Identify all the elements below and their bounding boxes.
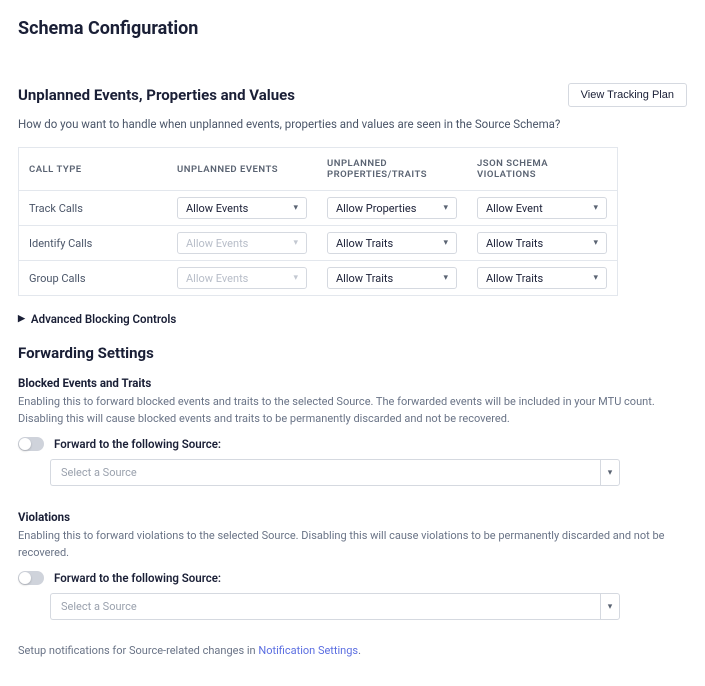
select-value: Allow Events [186,272,248,285]
table-row: Identify Calls Allow Events ▾ Allow Traits ▾… [19,226,618,261]
view-tracking-plan-button[interactable]: View Tracking Plan [568,83,687,107]
violations-heading: Violations [18,510,687,524]
select-value: Allow Events [186,237,248,250]
chevron-down-icon: ▾ [593,203,598,213]
chevron-down-icon: ▾ [293,273,298,283]
events-select: Allow Events ▾ [177,232,307,254]
select-value: Allow Events [186,202,248,215]
blocked-source-select[interactable]: Select a Source ▾ [50,459,620,486]
unplanned-title: Unplanned Events, Properties and Values [18,86,295,104]
chevron-down-icon: ▾ [293,238,298,248]
col-call-type: CALL TYPE [19,148,168,191]
violations-description: Enabling this to forward violations to t… [18,528,687,561]
select-value: Allow Traits [336,272,393,285]
chevron-down-icon[interactable]: ▾ [600,593,620,620]
violations-toggle-label: Forward to the following Source: [54,571,221,585]
chevron-down-icon: ▾ [443,273,448,283]
chevron-down-icon: ▾ [293,203,298,213]
chevron-down-icon: ▾ [593,238,598,248]
props-select[interactable]: Allow Traits ▾ [327,267,457,289]
footer-note: Setup notifications for Source-related c… [18,644,687,657]
events-select: Allow Events ▾ [177,267,307,289]
json-select[interactable]: Allow Event ▾ [477,197,607,219]
call-type-cell: Identify Calls [19,226,168,261]
blocked-forward-toggle[interactable] [18,437,44,451]
chevron-down-icon: ▾ [443,203,448,213]
events-cell: Allow Events ▾ [167,191,317,226]
select-value: Allow Event [486,202,543,215]
props-cell: Allow Traits ▾ [317,226,467,261]
chevron-down-icon: ▾ [443,238,448,248]
blocked-toggle-row: Forward to the following Source: [18,437,687,451]
violations-source-placeholder: Select a Source [50,593,600,620]
select-value: Allow Traits [486,237,543,250]
unplanned-section-head: Unplanned Events, Properties and Values … [18,83,687,107]
json-cell: Allow Traits ▾ [467,226,618,261]
violations-source-select[interactable]: Select a Source ▾ [50,593,620,620]
blocked-description: Enabling this to forward blocked events … [18,394,687,427]
forwarding-title: Forwarding Settings [18,344,687,362]
advanced-blocking-label: Advanced Blocking Controls [31,312,176,326]
footer-suffix: . [358,644,361,657]
col-unplanned-props: UNPLANNED PROPERTIES/TRAITS [317,148,467,191]
blocked-toggle-label: Forward to the following Source: [54,437,221,451]
call-type-cell: Group Calls [19,261,168,296]
props-select[interactable]: Allow Properties ▾ [327,197,457,219]
unplanned-description: How do you want to handle when unplanned… [18,117,687,131]
select-value: Allow Traits [486,272,543,285]
call-type-cell: Track Calls [19,191,168,226]
select-value: Allow Traits [336,237,393,250]
props-cell: Allow Traits ▾ [317,261,467,296]
json-cell: Allow Event ▾ [467,191,618,226]
props-cell: Allow Properties ▾ [317,191,467,226]
json-select[interactable]: Allow Traits ▾ [477,267,607,289]
events-cell: Allow Events ▾ [167,261,317,296]
notification-settings-link[interactable]: Notification Settings [258,644,358,657]
props-select[interactable]: Allow Traits ▾ [327,232,457,254]
table-row: Track CallsAllow Events▾Allow Properties… [19,191,618,226]
footer-prefix: Setup notifications for Source-related c… [18,644,258,657]
chevron-down-icon[interactable]: ▾ [600,459,620,486]
page-title: Schema Configuration [18,18,687,39]
schema-table: CALL TYPE UNPLANNED EVENTS UNPLANNED PRO… [18,147,618,296]
table-row: Group CallsAllow Events▾Allow Traits▾All… [19,261,618,296]
blocked-source-placeholder: Select a Source [50,459,600,486]
events-select[interactable]: Allow Events ▾ [177,197,307,219]
violations-forward-toggle[interactable] [18,571,44,585]
triangle-right-icon: ▶ [18,314,25,324]
events-cell: Allow Events ▾ [167,226,317,261]
chevron-down-icon: ▾ [593,273,598,283]
col-unplanned-events: UNPLANNED EVENTS [167,148,317,191]
select-value: Allow Properties [336,202,416,215]
violations-toggle-row: Forward to the following Source: [18,571,687,585]
advanced-blocking-toggle[interactable]: ▶ Advanced Blocking Controls [18,312,687,326]
json-select[interactable]: Allow Traits ▾ [477,232,607,254]
col-json-violations: JSON SCHEMA VIOLATIONS [467,148,618,191]
blocked-heading: Blocked Events and Traits [18,376,687,390]
json-cell: Allow Traits ▾ [467,261,618,296]
